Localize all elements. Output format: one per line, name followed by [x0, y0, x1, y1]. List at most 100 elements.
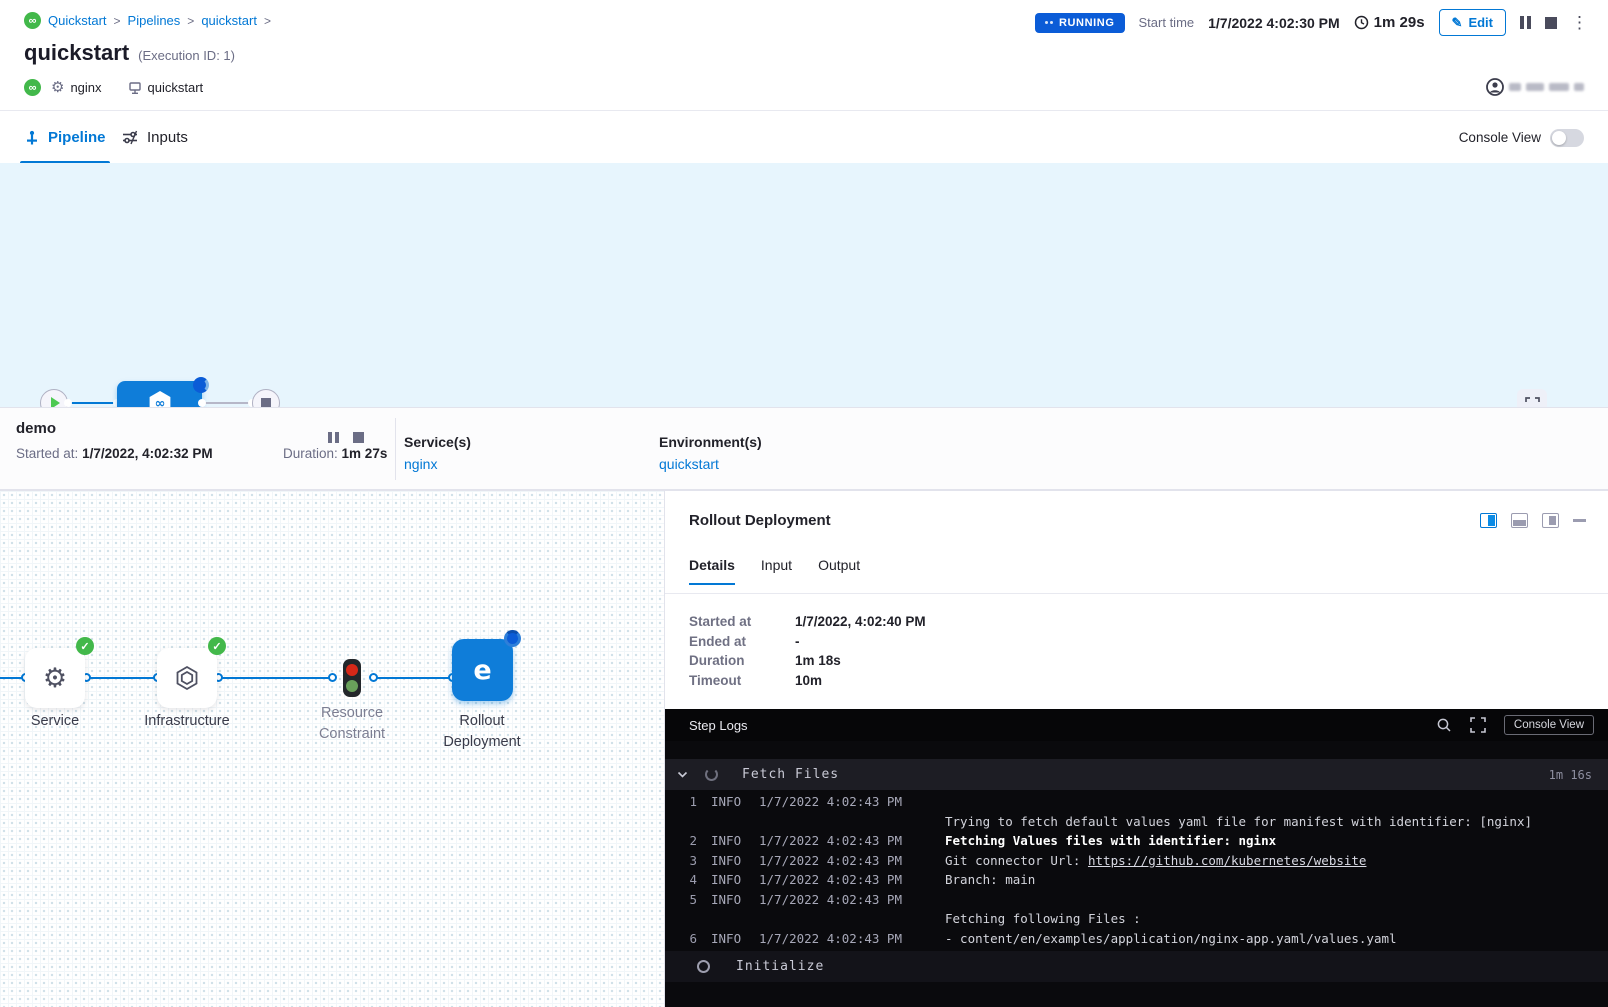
success-check-icon: ✓	[208, 637, 226, 655]
stage-graph-canvas[interactable]: ∞ demo + −	[0, 163, 1608, 407]
panel-title: Rollout Deployment	[689, 512, 831, 529]
layout-float-button[interactable]	[1542, 513, 1559, 528]
tab-pipeline[interactable]: Pipeline	[24, 111, 106, 164]
step-node-service[interactable]: ⚙	[25, 648, 85, 708]
detail-row: Timeout 10m	[689, 671, 926, 691]
expand-logs-icon[interactable]	[1470, 717, 1486, 733]
console-view-toggle[interactable]	[1550, 129, 1584, 147]
detail-row: Duration 1m 18s	[689, 651, 926, 671]
meta-service-name[interactable]: nginx	[70, 80, 101, 95]
page-title: quickstart	[24, 40, 129, 66]
section-duration: 1m 16s	[1549, 768, 1592, 782]
log-section-fetch-files[interactable]: Fetch Files 1m 16s	[665, 759, 1608, 790]
user-info	[1486, 78, 1584, 96]
chevron-down-icon[interactable]	[677, 769, 688, 780]
section-running-spinner-icon	[705, 768, 718, 781]
log-line: 5INFO1/7/2022 4:02:43 PM	[665, 890, 1608, 910]
divider	[665, 593, 1608, 594]
environments-label: Environment(s)	[659, 434, 762, 450]
pause-execution-button[interactable]	[1520, 16, 1531, 29]
service-link[interactable]: nginx	[404, 456, 471, 472]
service-step-icon: ⚙	[43, 665, 67, 692]
breadcrumb-separator: >	[264, 14, 271, 28]
tab-details[interactable]: Details	[689, 557, 735, 585]
pipeline-execution-page: ∞ Quickstart > Pipelines > quickstart > …	[0, 0, 1608, 1007]
step-label-rollout-deployment: Rollout Deployment	[422, 711, 542, 753]
status-badge: RUNNING	[1035, 13, 1125, 33]
layout-right-button[interactable]	[1480, 513, 1497, 528]
more-options-button[interactable]: ⋮	[1571, 14, 1588, 31]
step-label-resource-constraint: Resource Constraint	[292, 703, 412, 745]
stage-pause-button[interactable]	[328, 432, 339, 443]
breadcrumb-separator: >	[114, 14, 121, 28]
connector-dot[interactable]	[369, 673, 378, 682]
clock-icon	[1354, 15, 1369, 30]
breadcrumb-separator: >	[187, 14, 194, 28]
started-at-value: 1/7/2022, 4:02:32 PM	[82, 446, 213, 461]
panel-layout-controls	[1480, 513, 1586, 528]
tab-input[interactable]: Input	[761, 557, 792, 585]
stage-info-bar: demo Started at: 1/7/2022, 4:02:32 PM Du…	[0, 407, 1608, 490]
infrastructure-step-icon	[173, 664, 201, 692]
deployment-type-icon: ∞	[24, 79, 41, 96]
stage-info-name: demo	[16, 420, 56, 437]
start-time-value: 1/7/2022 4:02:30 PM	[1208, 15, 1340, 31]
detail-row: Ended at -	[689, 632, 926, 652]
git-connector-link[interactable]: https://github.com/kubernetes/website	[1088, 853, 1366, 868]
log-line: 2INFO1/7/2022 4:02:43 PMFetching Values …	[665, 831, 1608, 851]
breadcrumb-project[interactable]: Quickstart	[48, 13, 107, 28]
edge-start-to-stage	[68, 402, 117, 404]
toggle-knob	[1552, 131, 1566, 145]
step-label-service: Service	[0, 711, 115, 732]
pencil-icon: ✎	[1452, 15, 1463, 31]
step-node-resource-constraint[interactable]	[343, 659, 361, 697]
meta-row: ∞ ⚙ nginx quickstart	[24, 79, 219, 96]
environment-icon	[128, 81, 142, 95]
rollout-step-icon: e	[473, 655, 491, 686]
panel-tabs: Details Input Output	[689, 557, 860, 585]
start-time-label: Start time	[1139, 15, 1195, 30]
details-table: Started at 1/7/2022, 4:02:40 PM Ended at…	[689, 612, 926, 690]
environment-link[interactable]: quickstart	[659, 456, 762, 472]
step-node-infrastructure[interactable]	[157, 648, 217, 708]
connector-dot[interactable]	[198, 399, 206, 407]
execution-id-label: (Execution ID: 1)	[138, 48, 235, 63]
red-light-icon	[346, 664, 358, 676]
redacted-text	[1526, 83, 1544, 91]
abort-execution-button[interactable]	[1545, 17, 1557, 29]
console-view-control: Console View	[1459, 111, 1584, 164]
logs-console-view-button[interactable]: Console View	[1504, 715, 1594, 735]
services-label: Service(s)	[404, 434, 471, 450]
tab-output[interactable]: Output	[818, 557, 860, 585]
execution-graph-canvas[interactable]: ⚙ ✓ ✓ e Service Infrastructure Resource …	[0, 490, 664, 1007]
log-lines[interactable]: 1INFO1/7/2022 4:02:43 PM Trying to fetch…	[665, 792, 1608, 948]
log-line: 6INFO1/7/2022 4:02:43 PM- content/en/exa…	[665, 929, 1608, 949]
log-section-initialize[interactable]: Initialize	[665, 951, 1608, 982]
header: ∞ Quickstart > Pipelines > quickstart > …	[0, 0, 1608, 110]
elapsed-time: 1m 29s	[1354, 14, 1425, 31]
meta-environment-name[interactable]: quickstart	[148, 80, 204, 95]
connector-dot[interactable]	[328, 673, 337, 682]
divider	[395, 418, 396, 480]
header-actions: RUNNING Start time 1/7/2022 4:02:30 PM 1…	[1035, 9, 1588, 36]
title-row: quickstart (Execution ID: 1)	[24, 40, 235, 66]
search-icon[interactable]	[1436, 717, 1452, 733]
log-line: Trying to fetch default values yaml file…	[665, 812, 1608, 832]
breadcrumb-pipelines[interactable]: Pipelines	[128, 13, 181, 28]
redacted-text	[1509, 83, 1521, 91]
duration-label: Duration:	[283, 446, 338, 461]
started-at-label: Started at:	[16, 446, 78, 461]
stage-stop-button[interactable]	[353, 432, 364, 443]
section-pending-icon	[697, 960, 710, 973]
service-gear-icon: ⚙	[51, 80, 64, 95]
tab-inputs[interactable]: Inputs	[122, 111, 188, 164]
minimize-panel-button[interactable]	[1573, 519, 1586, 522]
edge	[86, 677, 157, 679]
layout-bottom-button[interactable]	[1511, 513, 1528, 528]
running-spinner-icon	[1045, 21, 1053, 24]
edit-button[interactable]: ✎ Edit	[1439, 9, 1506, 36]
step-details-panel: Rollout Deployment Details Input Output …	[664, 490, 1608, 1007]
connector-dot[interactable]	[64, 399, 72, 407]
step-node-rollout-deployment[interactable]: e	[452, 639, 513, 701]
breadcrumb-pipeline-name[interactable]: quickstart	[201, 13, 257, 28]
